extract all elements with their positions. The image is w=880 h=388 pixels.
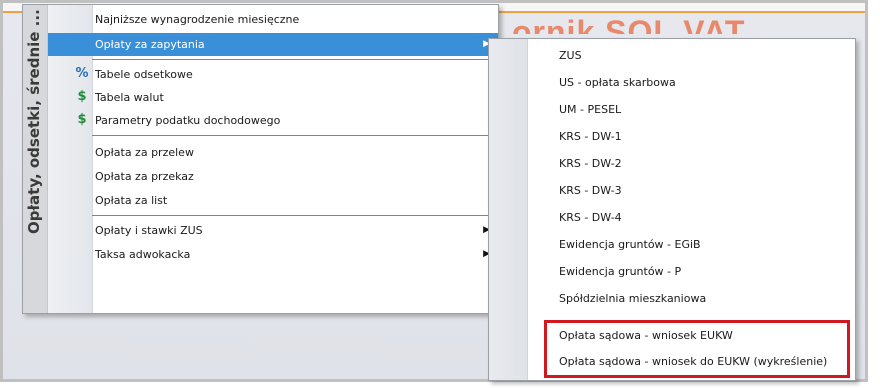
percent-icon: % — [75, 66, 89, 81]
submenu-item-krs-dw2[interactable]: KRS - DW-2 — [489, 151, 855, 177]
submenu-item-housing-cooperative[interactable]: Spółdzielnia mieszkaniowa — [489, 286, 855, 312]
submenu-item-label: KRS - DW-3 — [559, 184, 622, 197]
menu-item-interest-tables[interactable]: % Tabele odsetkowe — [48, 63, 498, 86]
menu-item-label: Taksa adwokacka — [95, 248, 191, 261]
menu-item-label: Tabela walut — [95, 91, 164, 104]
red-highlight-annotation — [544, 320, 850, 378]
submenu-item-label: KRS - DW-1 — [559, 130, 622, 143]
submenu-item-label: US - opłata skarbowa — [559, 76, 676, 89]
menu-side-band: Opłaty, odsetki, średnie ... — [23, 5, 48, 313]
main-menu: Opłaty, odsetki, średnie ... Najniższe w… — [22, 4, 499, 314]
menu-separator — [92, 215, 497, 216]
menu-item-label: Najniższe wynagrodzenie miesięczne — [95, 13, 300, 26]
submenu-item-label: Ewidencja gruntów - P — [559, 265, 682, 278]
submenu-item-label: KRS - DW-4 — [559, 211, 622, 224]
menu-item-letter-fee[interactable]: Opłata za list — [48, 189, 498, 212]
menu-item-income-tax-params[interactable]: $ Parametry podatku dochodowego — [48, 109, 498, 132]
submenu-item-us-stamp-duty[interactable]: US - opłata skarbowa — [489, 70, 855, 96]
menu-item-transfer-fee[interactable]: Opłata za przelew — [48, 141, 498, 164]
menu-item-label: Opłaty i stawki ZUS — [95, 224, 203, 237]
submenu-item-egib[interactable]: Ewidencja gruntów - EGiB — [489, 232, 855, 258]
menu-item-query-fees[interactable]: Opłaty za zapytania ▶ — [48, 33, 498, 56]
submenu-item-label: UM - PESEL — [559, 103, 622, 116]
menu-item-currency-table[interactable]: $ Tabela walut — [48, 86, 498, 109]
menu-item-label: Opłaty za zapytania — [95, 38, 205, 51]
menu-item-minimum-wage[interactable]: Najniższe wynagrodzenie miesięczne — [48, 8, 498, 31]
menu-item-label: Opłata za przelew — [95, 146, 194, 159]
submenu-item-label: Spółdzielnia mieszkaniowa — [559, 292, 707, 305]
submenu-item-krs-dw4[interactable]: KRS - DW-4 — [489, 205, 855, 231]
submenu-item-label: ZUS — [559, 49, 582, 62]
submenu-item-krs-dw3[interactable]: KRS - DW-3 — [489, 178, 855, 204]
submenu-item-krs-dw1[interactable]: KRS - DW-1 — [489, 124, 855, 150]
dollar-icon: $ — [77, 89, 87, 104]
submenu-item-zus[interactable]: ZUS — [489, 43, 855, 69]
submenu-item-label: Ewidencja gruntów - EGiB — [559, 238, 701, 251]
menu-item-zus-rates[interactable]: Opłaty i stawki ZUS ▶ — [48, 219, 498, 242]
menu-item-label: Tabele odsetkowe — [95, 68, 193, 81]
submenu-item-um-pesel[interactable]: UM - PESEL — [489, 97, 855, 123]
money-bag-icon: $ — [77, 112, 87, 127]
menu-item-label: Opłata za list — [95, 194, 168, 207]
menu-item-money-order-fee[interactable]: Opłata za przekaz — [48, 165, 498, 188]
menu-item-label: Opłata za przekaz — [95, 170, 194, 183]
menu-side-title: Opłaty, odsetki, średnie ... — [25, 9, 43, 234]
submenu-item-land-registry-p[interactable]: Ewidencja gruntów - P — [489, 259, 855, 285]
submenu-item-label: KRS - DW-2 — [559, 157, 622, 170]
menu-separator — [92, 135, 497, 136]
menu-item-attorney-fees[interactable]: Taksa adwokacka ▶ — [48, 243, 498, 266]
menu-separator — [92, 59, 497, 60]
menu-item-label: Parametry podatku dochodowego — [95, 114, 281, 127]
